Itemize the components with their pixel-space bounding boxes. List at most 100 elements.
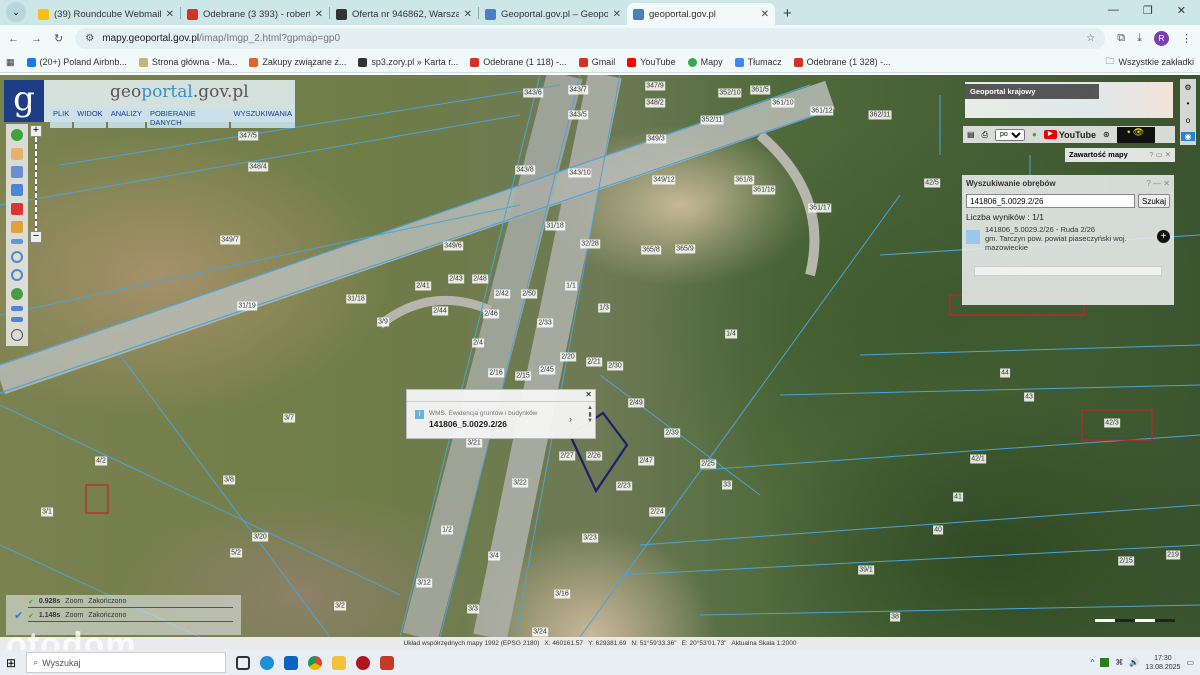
menu-analizy[interactable]: ANALIZY — [107, 108, 145, 128]
task-view-icon[interactable] — [236, 655, 251, 670]
tab-offer[interactable]: Oferta nr 946862, Warszawa P✕ — [330, 3, 478, 25]
close-tab-icon[interactable]: ✕ — [464, 9, 472, 20]
network-icon[interactable]: ⌘ — [1115, 658, 1123, 667]
zoom-slider[interactable]: + − — [30, 125, 42, 245]
popup-scrollbar[interactable]: ▲ ▮ ▼ — [586, 405, 594, 437]
bookmark-odebrane-1[interactable]: Odebrane (1 118) -... — [470, 57, 567, 67]
apps-icon[interactable]: ▦ — [6, 57, 15, 68]
star-icon[interactable]: ☆ — [1086, 33, 1095, 44]
menu-icon[interactable]: ⋮ — [1181, 32, 1192, 45]
edge-icon[interactable] — [260, 655, 275, 670]
settings-icon[interactable]: ⚙ — [1184, 83, 1191, 92]
zoom-in-icon[interactable] — [11, 250, 23, 263]
menu-widok[interactable]: WIDOK — [74, 108, 106, 128]
minimize-button[interactable]: — — [1108, 4, 1119, 17]
national-overview-map[interactable]: Geoportal krajowy — [965, 82, 1173, 118]
menu-pobieranie[interactable]: POBIERANIE DANYCH — [146, 108, 229, 128]
clock[interactable]: 17:30 13.08.2025 — [1145, 654, 1180, 672]
youtube-link[interactable]: ▶ YouTube — [1043, 130, 1096, 140]
reload-button[interactable]: ↻ — [54, 32, 63, 45]
zoom-out-button[interactable]: − — [30, 231, 42, 243]
file-explorer-icon[interactable] — [332, 655, 347, 670]
parcel-label: 41 — [953, 492, 963, 502]
geoportal-logo[interactable]: g — [4, 80, 44, 122]
app-icon[interactable] — [356, 655, 371, 670]
download-icon[interactable]: ⤓ — [1137, 32, 1142, 45]
parcel-search-input[interactable] — [966, 194, 1135, 208]
url-field[interactable]: ⚙ mapy.geoportal.gov.pl/imap/Imgp_2.html?… — [75, 28, 1106, 49]
tab-gmail[interactable]: Odebrane (3 393) - robertzielin✕ — [181, 3, 329, 25]
close-window-button[interactable]: ✕ — [1177, 4, 1186, 17]
back-button[interactable]: ← — [8, 33, 19, 45]
bookmark-gmail[interactable]: Gmail — [578, 57, 615, 67]
forward-button[interactable]: → — [31, 33, 42, 45]
back-arrow-icon[interactable] — [11, 305, 23, 311]
zoom-in-button[interactable]: + — [30, 125, 42, 137]
select-area-icon[interactable] — [11, 184, 23, 197]
bookmark-sp3[interactable]: sp3.zory.pl » Karta r... — [358, 57, 458, 67]
parcel-label: 2/21 — [586, 357, 602, 367]
circle-icon[interactable]: o — [1186, 116, 1190, 125]
close-tab-icon[interactable]: ✕ — [166, 9, 174, 20]
search-button[interactable]: Szukaj — [1137, 194, 1170, 208]
tab-geoportal-1[interactable]: Geoportal.gov.pl – Geoportal I✕ — [479, 3, 627, 25]
volume-icon[interactable]: 🔊 — [1129, 658, 1139, 667]
language-select[interactable]: pol — [994, 128, 1025, 141]
globe-icon[interactable] — [11, 287, 23, 300]
dot-icon[interactable]: • — [1187, 99, 1190, 108]
legend-icon[interactable] — [11, 165, 23, 178]
bookmark-airbnb[interactable]: (20+) Poland Airbnb... — [26, 57, 127, 67]
notifications-icon[interactable]: ▭ — [1186, 658, 1194, 667]
menu-wyszukiwania[interactable]: WYSZUKIWANIA — [230, 108, 295, 128]
search-result-item[interactable]: 141806_5.0029.2/26 - Ruda 2/26 gm. Tarczy… — [966, 225, 1170, 252]
print-icon[interactable]: ⎙ — [982, 130, 988, 140]
menu-plik[interactable]: PLIK — [50, 108, 73, 128]
document-icon[interactable]: ▤ — [967, 130, 975, 139]
close-tab-icon[interactable]: ✕ — [761, 9, 769, 20]
eye-icon[interactable]: ◉ — [1181, 132, 1195, 142]
help-icon[interactable]: ● — [1032, 130, 1037, 139]
close-popup-icon[interactable]: ✕ — [585, 390, 592, 401]
tab-search-button[interactable]: ⌄ — [6, 1, 26, 22]
panel-controls[interactable]: ? — ✕ — [1146, 179, 1170, 188]
new-tab-button[interactable]: + — [775, 5, 800, 25]
pencil-icon[interactable] — [11, 221, 23, 234]
parcel-label: 365/8 — [641, 245, 661, 255]
close-tab-icon[interactable]: ✕ — [613, 9, 621, 20]
all-bookmarks[interactable]: 🗀 Wszystkie zakładki — [1105, 54, 1194, 70]
measure-icon[interactable] — [11, 239, 23, 245]
close-tab-icon[interactable]: ✕ — [315, 9, 323, 20]
bookmark-youtube[interactable]: YouTube — [627, 57, 676, 67]
bookmark-mapy[interactable]: Mapy — [687, 57, 723, 67]
map-canvas[interactable]: 343/6 343/7 347/9 348/2 343/5 349/3 352/11 352/… — [0, 75, 1200, 637]
bookmark-odebrane-2[interactable]: Odebrane (1 328) -... — [793, 57, 891, 67]
nvidia-icon[interactable] — [1100, 658, 1110, 667]
map-contents-panel[interactable]: Zawartość mapy? ▭ ✕ — [1065, 148, 1175, 162]
tab-roundcube[interactable]: (39) Roundcube Webmail :: Od✕ — [32, 3, 180, 25]
contrast-toggle[interactable]: • 👁 — [1116, 126, 1155, 143]
site-info-icon[interactable]: ⚙ — [85, 33, 94, 44]
zoom-track[interactable] — [35, 137, 37, 231]
app-icon-2[interactable] — [380, 655, 395, 670]
bookmark-zakupy[interactable]: Zakupy związane z... — [249, 57, 346, 67]
chevron-up-icon[interactable]: ^ — [1091, 658, 1095, 667]
clear-selection-icon[interactable] — [11, 202, 23, 215]
avatar[interactable]: R — [1154, 31, 1169, 46]
accessibility-icon[interactable]: ⊛ — [1103, 130, 1110, 139]
add-result-button[interactable]: + — [1157, 230, 1170, 243]
info-icon[interactable] — [11, 129, 23, 142]
bookmark-tlumacz[interactable]: Tłumacz — [734, 57, 782, 67]
taskbar-search[interactable]: ⌕ Wyszukaj — [26, 652, 227, 673]
chrome-icon[interactable] — [308, 655, 323, 670]
compass-icon[interactable] — [11, 328, 23, 341]
outlook-icon[interactable] — [284, 655, 299, 670]
tab-geoportal-active[interactable]: geoportal.gov.pl ✕ — [627, 3, 775, 25]
home-icon[interactable] — [11, 147, 23, 160]
start-icon[interactable]: ⊞ — [6, 656, 16, 670]
maximize-button[interactable]: ❐ — [1143, 4, 1153, 17]
chevron-right-icon[interactable]: › — [569, 414, 572, 424]
extensions-icon[interactable]: ⧉ — [1117, 32, 1125, 45]
forward-arrow-icon[interactable] — [11, 317, 23, 323]
bookmark-strona[interactable]: Strona główna - Ma... — [138, 57, 237, 67]
zoom-out-icon[interactable] — [11, 269, 23, 282]
